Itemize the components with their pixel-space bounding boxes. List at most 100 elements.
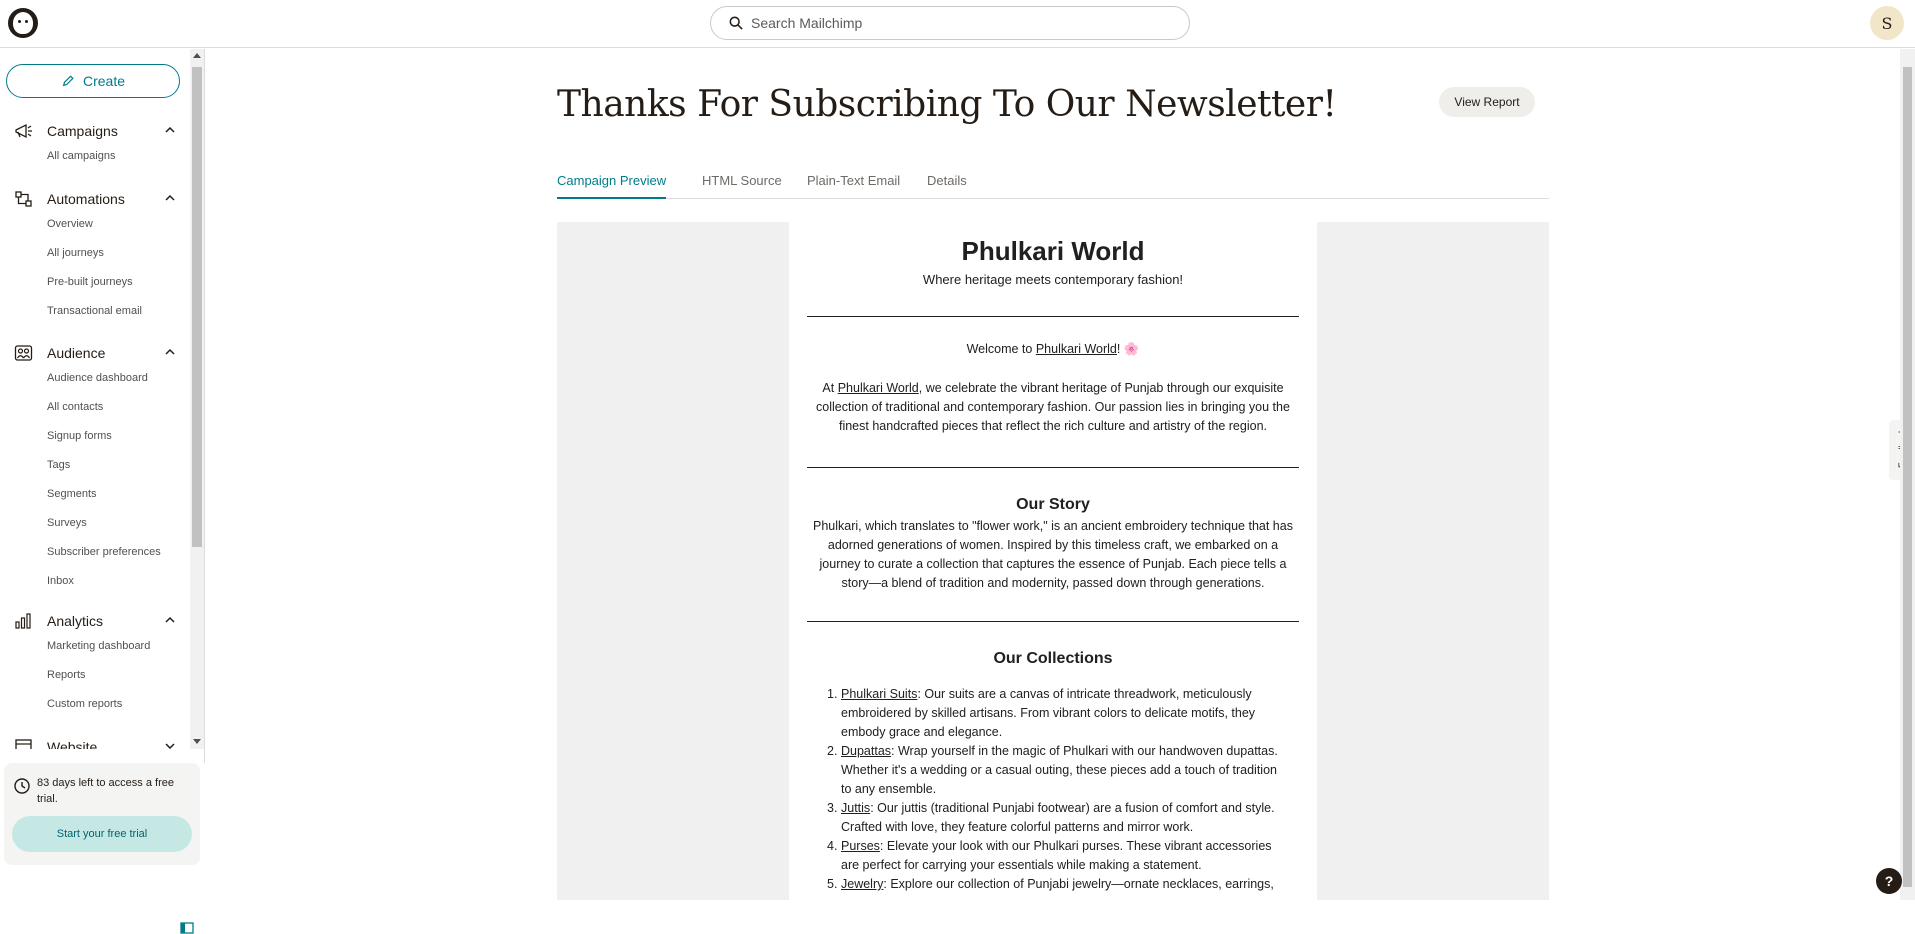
email-body: Phulkari World Where heritage meets cont… bbox=[789, 222, 1317, 900]
megaphone-icon bbox=[15, 123, 32, 139]
collection-link[interactable]: Dupattas bbox=[841, 744, 891, 758]
scroll-down-arrow-icon[interactable] bbox=[193, 739, 201, 744]
sidebar-item-transactional-email[interactable]: Transactional email bbox=[47, 305, 142, 317]
nav-label-website: Website bbox=[47, 739, 98, 749]
chevron-up-icon[interactable] bbox=[164, 347, 176, 357]
nav-section-website: Website bbox=[0, 735, 190, 749]
list-item: 1. Phulkari Suits: Our suits are a canvas… bbox=[827, 685, 1287, 742]
tab-plain-text-email[interactable]: Plain-Text Email bbox=[807, 173, 900, 199]
collection-link[interactable]: Phulkari Suits bbox=[841, 687, 917, 701]
email-title: Phulkari World bbox=[961, 236, 1145, 266]
chevron-down-icon[interactable] bbox=[164, 741, 176, 749]
create-label: Create bbox=[82, 73, 126, 89]
list-number: 4. bbox=[827, 839, 838, 853]
sidebar-item-marketing-dashboard[interactable]: Marketing dashboard bbox=[47, 640, 150, 652]
nav-section-automations: Automations Overview All journeys Pre-bu… bbox=[0, 187, 190, 317]
nav-label-automations: Automations bbox=[47, 191, 125, 207]
welcome-prefix: Welcome to bbox=[966, 342, 1036, 356]
collection-text: : Wrap yourself in the magic of Phulkari… bbox=[841, 744, 1278, 796]
nav-section-analytics: Analytics Marketing dashboard Reports Cu… bbox=[0, 609, 190, 710]
intro-prefix: At bbox=[822, 381, 838, 395]
search-icon bbox=[729, 16, 743, 30]
tab-details[interactable]: Details bbox=[927, 173, 967, 199]
nav-header-campaigns[interactable]: Campaigns bbox=[0, 119, 190, 143]
sidebar-item-all-journeys[interactable]: All journeys bbox=[47, 247, 104, 259]
sidebar-item-inbox[interactable]: Inbox bbox=[47, 575, 74, 587]
nav-header-website[interactable]: Website bbox=[0, 735, 190, 749]
collection-link[interactable]: Purses bbox=[841, 839, 880, 853]
nav-section-audience: Audience Audience dashboard All contacts… bbox=[0, 341, 190, 587]
tab-bar: Campaign Preview HTML Source Plain-Text … bbox=[557, 173, 1549, 199]
sidebar-item-tags[interactable]: Tags bbox=[47, 459, 70, 471]
top-bar: S bbox=[0, 0, 1915, 48]
audience-icon bbox=[14, 345, 33, 361]
website-icon bbox=[15, 739, 32, 749]
sidebar-item-subscriber-preferences[interactable]: Subscriber preferences bbox=[47, 546, 161, 558]
flower-emoji-icon: 🌸 bbox=[1123, 342, 1140, 356]
nav-header-automations[interactable]: Automations bbox=[0, 187, 190, 211]
nav-header-audience[interactable]: Audience bbox=[0, 341, 190, 365]
sidebar-item-prebuilt-journeys[interactable]: Pre-built journeys bbox=[47, 276, 133, 288]
list-number: 3. bbox=[827, 801, 838, 815]
nav-section-campaigns: Campaigns All campaigns bbox=[0, 119, 190, 162]
sidebar-item-all-contacts[interactable]: All contacts bbox=[47, 401, 103, 413]
start-free-trial-button[interactable]: Start your free trial bbox=[12, 816, 192, 852]
email-tagline: Where heritage meets contemporary fashio… bbox=[922, 272, 1184, 287]
chevron-up-icon[interactable] bbox=[164, 193, 176, 203]
sidebar-item-custom-reports[interactable]: Custom reports bbox=[47, 698, 122, 710]
campaign-preview-pane[interactable]: Phulkari World Where heritage meets cont… bbox=[557, 222, 1549, 900]
search-input[interactable] bbox=[751, 15, 1151, 31]
sidebar: Create Campaigns All campaigns Automatio… bbox=[0, 49, 205, 934]
list-item: 5. Jewelry: Explore our collection of Pun… bbox=[827, 875, 1287, 894]
sidebar-item-signup-forms[interactable]: Signup forms bbox=[47, 430, 112, 442]
help-button[interactable]: ? bbox=[1876, 868, 1902, 894]
chevron-up-icon[interactable] bbox=[164, 615, 176, 625]
collection-text: : Explore our collection of Punjabi jewe… bbox=[883, 877, 1274, 891]
sidebar-item-segments[interactable]: Segments bbox=[47, 488, 97, 500]
sidebar-item-reports[interactable]: Reports bbox=[47, 669, 86, 681]
scroll-up-arrow-icon[interactable] bbox=[193, 53, 201, 58]
create-button[interactable]: Create bbox=[6, 64, 180, 98]
sidebar-scrollbar-thumb[interactable] bbox=[192, 67, 202, 547]
list-number: 2. bbox=[827, 744, 838, 758]
nav-label-campaigns: Campaigns bbox=[47, 123, 118, 139]
tab-campaign-preview[interactable]: Campaign Preview bbox=[557, 173, 667, 199]
page-scrollbar-thumb[interactable] bbox=[1903, 67, 1912, 887]
trial-panel: 83 days left to access a free trial. Sta… bbox=[0, 763, 205, 934]
pencil-icon bbox=[62, 75, 74, 87]
nav-header-analytics[interactable]: Analytics bbox=[0, 609, 190, 633]
nav-label-analytics: Analytics bbox=[47, 613, 104, 629]
sidebar-item-audience-dashboard[interactable]: Audience dashboard bbox=[47, 372, 148, 384]
story-paragraph: Phulkari, which translates to "flower wo… bbox=[813, 519, 1293, 590]
page-title: Thanks For Subscribing To Our Newsletter… bbox=[557, 84, 1337, 125]
search-bar[interactable] bbox=[710, 6, 1190, 40]
sidebar-scrollbar[interactable] bbox=[190, 49, 204, 749]
view-report-button[interactable]: View Report bbox=[1439, 87, 1535, 117]
clock-icon bbox=[14, 778, 30, 794]
list-number: 1. bbox=[827, 687, 838, 701]
collection-link[interactable]: Jewelry bbox=[841, 877, 883, 891]
list-number: 5. bbox=[827, 877, 838, 891]
collection-text: : Our juttis (traditional Punjabi footwe… bbox=[841, 801, 1275, 834]
sidebar-item-all-campaigns[interactable]: All campaigns bbox=[47, 150, 115, 162]
trial-days-text: 83 days left to access a free trial. bbox=[37, 777, 174, 805]
our-collections-heading: Our Collections bbox=[993, 650, 1113, 667]
trial-card: 83 days left to access a free trial. Sta… bbox=[4, 763, 200, 865]
chevron-up-icon[interactable] bbox=[164, 125, 176, 135]
list-item: 3. Juttis: Our juttis (traditional Punjab… bbox=[827, 799, 1287, 837]
sidebar-item-overview[interactable]: Overview bbox=[47, 218, 93, 230]
intro-link[interactable]: Phulkari World bbox=[838, 381, 919, 395]
collection-link[interactable]: Juttis bbox=[841, 801, 870, 815]
divider bbox=[807, 316, 1299, 317]
mailchimp-logo-icon[interactable] bbox=[8, 8, 38, 38]
page-scrollbar[interactable] bbox=[1900, 49, 1915, 900]
our-story-heading: Our Story bbox=[1016, 496, 1090, 513]
main-content: Thanks For Subscribing To Our Newsletter… bbox=[206, 49, 1900, 900]
user-avatar[interactable]: S bbox=[1870, 6, 1904, 40]
collapse-sidebar-icon[interactable] bbox=[180, 922, 194, 934]
welcome-link[interactable]: Phulkari World bbox=[1036, 342, 1117, 356]
sidebar-item-surveys[interactable]: Surveys bbox=[47, 517, 87, 529]
divider bbox=[807, 621, 1299, 622]
tab-html-source[interactable]: HTML Source bbox=[702, 173, 782, 199]
list-item: 2. Dupattas: Wrap yourself in the magic o… bbox=[827, 742, 1287, 799]
